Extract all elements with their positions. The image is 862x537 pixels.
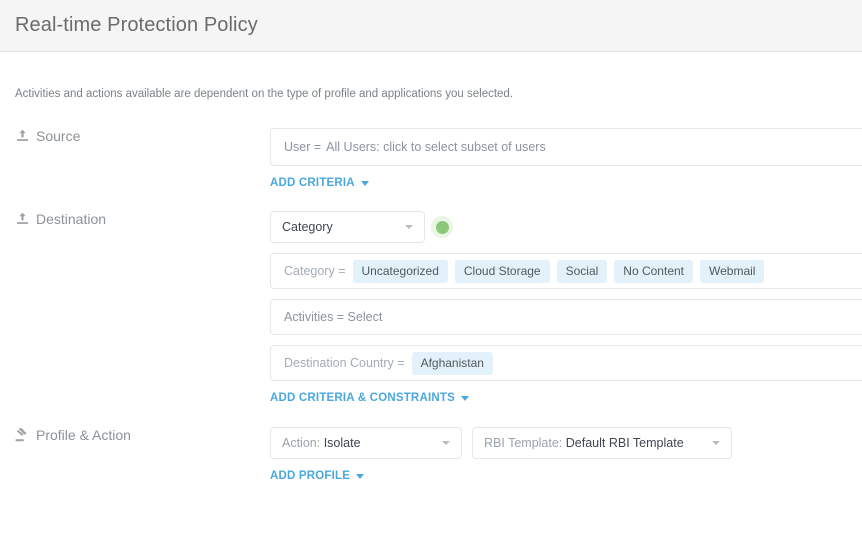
intro-description: Activities and actions available are dep… (15, 88, 514, 100)
section-profile-action: Profile & Action Action: Isolate RBI Tem… (0, 427, 862, 484)
chip[interactable]: Social (556, 259, 608, 283)
section-profile-action-label-text: Profile & Action (36, 427, 131, 444)
upload-icon (15, 129, 29, 144)
add-criteria-constraints-link[interactable]: ADD CRITERIA & CONSTRAINTS (270, 392, 469, 404)
rbi-template-select-value: Default RBI Template (565, 436, 684, 451)
criteria-key-category: Category = (284, 264, 346, 279)
add-criteria-constraints-label: ADD CRITERIA & CONSTRAINTS (270, 392, 455, 405)
add-profile-label: ADD PROFILE (270, 470, 351, 483)
profile-action-select-row: Action: Isolate RBI Template: Default RB… (270, 427, 862, 460)
page-title: Real-time Protection Policy (15, 14, 258, 36)
rbi-template-select-text: RBI Template: Default RBI Template (484, 436, 684, 450)
chip[interactable]: No Content (614, 259, 693, 283)
upload-icon (15, 212, 29, 227)
category-select-value: Category (282, 220, 333, 235)
add-profile-link[interactable]: ADD PROFILE (270, 470, 365, 483)
caret-down-icon (460, 395, 469, 401)
destination-criteria-activities[interactable]: Activities = Select (270, 299, 862, 336)
category-select[interactable]: Category (270, 211, 425, 244)
section-destination-body: Category Category = Uncategorized Cloud … (270, 211, 862, 406)
page-header: Real-time Protection Policy (0, 0, 862, 52)
action-select[interactable]: Action: Isolate (270, 427, 462, 460)
chip[interactable]: Uncategorized (352, 259, 448, 283)
destination-criteria-country[interactable]: Destination Country = Afghanistan (270, 345, 862, 382)
source-user-criteria-value: All Users: click to select subset of use… (326, 140, 546, 155)
chevron-down-icon (712, 441, 720, 446)
criteria-chips-country: Afghanistan (411, 351, 493, 375)
rbi-template-select[interactable]: RBI Template: Default RBI Template (472, 427, 732, 460)
section-source: Source User = All Users: click to select… (0, 128, 862, 191)
section-profile-action-label: Profile & Action (0, 427, 270, 443)
section-destination-label: Destination (0, 211, 270, 227)
chevron-down-icon (442, 441, 450, 446)
chip[interactable]: Cloud Storage (454, 259, 550, 283)
section-destination: Destination Category Category = Uncatego… (0, 211, 862, 406)
section-profile-action-body: Action: Isolate RBI Template: Default RB… (270, 427, 862, 484)
source-user-criteria-key: User = (284, 140, 322, 155)
section-source-label: Source (0, 128, 270, 144)
caret-down-icon (360, 180, 369, 186)
category-status-indicator[interactable] (431, 216, 453, 239)
action-select-value: Isolate (323, 436, 361, 451)
caret-down-icon (356, 473, 365, 479)
rbi-template-select-prefix: RBI Template: (484, 436, 563, 451)
gavel-icon (15, 428, 29, 443)
destination-category-line: Category (270, 211, 862, 244)
chip[interactable]: Afghanistan (411, 351, 493, 375)
add-criteria-source-label: ADD CRITERIA (270, 177, 355, 190)
criteria-key-activities: Activities = Select (284, 310, 383, 325)
criteria-key-country: Destination Country = (284, 356, 405, 371)
section-source-label-text: Source (36, 128, 81, 145)
chevron-down-icon (405, 225, 413, 230)
section-source-body: User = All Users: click to select subset… (270, 128, 862, 191)
add-criteria-source-link[interactable]: ADD CRITERIA (270, 177, 369, 189)
status-dot-icon (435, 220, 449, 234)
section-destination-label-text: Destination (36, 211, 107, 228)
criteria-chips-category: Uncategorized Cloud Storage Social No Co… (352, 259, 765, 283)
action-select-text: Action: Isolate (282, 436, 361, 450)
chip[interactable]: Webmail (700, 259, 765, 283)
destination-criteria-category[interactable]: Category = Uncategorized Cloud Storage S… (270, 253, 862, 290)
source-user-criteria[interactable]: User = All Users: click to select subset… (270, 128, 862, 167)
action-select-prefix: Action: (282, 436, 321, 451)
